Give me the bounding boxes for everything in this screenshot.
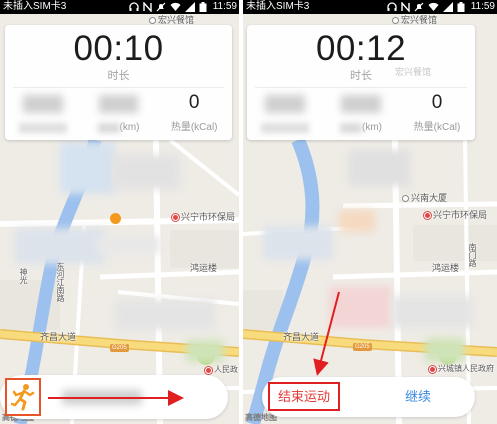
blurred-region <box>98 95 139 113</box>
blurred-region <box>265 95 305 113</box>
elapsed-time-label: 时长 <box>107 70 130 82</box>
blurred-region <box>339 210 375 232</box>
headset-icon <box>387 2 397 12</box>
map-label-hongyun-building: 鸿运楼 <box>190 263 218 273</box>
stat-calories: 0 热量(kCal) <box>399 89 475 140</box>
restaurant-poi-icon <box>149 17 156 24</box>
left-screenshot: 宏兴餐馆 兴宁市环保局 鸿运楼 齐昌大道 东河江南路 神光 人民政 G205 高… <box>0 0 239 424</box>
blurred-region <box>263 226 333 260</box>
status-bar: 未插入SIM卡3 11:59 <box>243 0 497 14</box>
government-poi-icon <box>429 366 436 373</box>
blurred-region <box>348 150 410 186</box>
distance-label: (km) <box>81 121 157 135</box>
calories-label: 热量(kCal) <box>170 122 218 133</box>
blurred-region <box>23 95 63 113</box>
distance-unit: (km) <box>119 122 140 133</box>
blurred-region <box>62 390 142 405</box>
clock-text: 11:59 <box>212 1 237 12</box>
calories-label: 热量(kCal) <box>413 122 461 133</box>
map-label-xingnan-building: 兴南大厦 <box>411 193 448 203</box>
blurred-region <box>329 286 391 328</box>
runner-icon <box>11 384 35 411</box>
continue-workout-button[interactable]: 继续 <box>383 382 453 411</box>
stats-row: (km) 0 热量(kCal) <box>247 89 475 140</box>
carrier-text: 未插入SIM卡3 <box>246 1 310 12</box>
map-label-restaurant-faint: 宏兴餐馆 <box>395 67 432 77</box>
map-label-qichang-avenue: 齐昌大道 <box>283 332 320 342</box>
blurred-region <box>115 300 215 330</box>
clock-text: 11:59 <box>470 1 495 12</box>
stat-distance: (km) <box>81 89 157 140</box>
mute-icon <box>156 2 166 12</box>
carrier-text: 未插入SIM卡3 <box>3 1 67 12</box>
card-divider <box>13 87 224 88</box>
card-divider <box>255 87 467 88</box>
map-label-environment-bureau: 兴宁市环保局 <box>433 210 488 220</box>
calories-value: 0 <box>188 92 200 113</box>
signal-icon <box>443 2 453 12</box>
blurred-region <box>15 228 105 264</box>
blurred-region <box>261 123 309 133</box>
map-label-nanmen-road: 南门路 <box>468 243 477 267</box>
wifi-icon <box>428 2 439 12</box>
stats-row: (km) 0 热量(kCal) <box>5 89 232 140</box>
road-badge: G205 <box>353 343 372 351</box>
distance-unit: (km) <box>362 122 382 133</box>
restaurant-poi-icon <box>392 17 399 24</box>
status-icons <box>129 2 207 12</box>
blurred-region <box>96 236 160 254</box>
battery-icon <box>457 2 465 12</box>
elapsed-time: 00:10 <box>73 29 164 68</box>
right-screenshot: 宏兴餐馆 兴南大厦 兴宁市环保局 南门路 鸿运楼 齐昌大道 兴城镇人民政府 G2… <box>243 0 497 424</box>
wifi-icon <box>170 2 181 12</box>
road-badge: G205 <box>110 344 129 352</box>
map-label-shenguang: 神光 <box>19 268 28 284</box>
stat-calories: 0 热量(kCal) <box>156 89 232 140</box>
blurred-region <box>97 123 120 133</box>
stat-distance: (km) <box>323 89 399 140</box>
blurred-region <box>393 296 473 328</box>
stat-pace <box>247 89 323 140</box>
map-label-environment-bureau: 兴宁市环保局 <box>181 212 236 222</box>
map-label-town-government: 人民政 <box>214 365 238 374</box>
map-label-qichang-avenue: 齐昌大道 <box>40 332 77 342</box>
blurred-region <box>60 142 115 194</box>
blurred-region <box>425 338 465 362</box>
calories-value: 0 <box>431 92 443 113</box>
blurred-region <box>341 95 381 113</box>
workout-stats-card: 00:12 时长 (km) 0 热量(kCal) <box>247 25 475 140</box>
government-poi-icon <box>424 212 431 219</box>
end-workout-button[interactable]: 结束运动 <box>268 382 340 411</box>
workout-stats-card: 00:10 时长 (km) 0 热量(kCal) <box>5 25 232 140</box>
headset-icon <box>129 2 139 12</box>
stat-pace <box>5 89 81 140</box>
signal-icon <box>185 2 195 12</box>
current-location-dot <box>110 213 121 224</box>
battery-icon <box>199 2 207 12</box>
distance-label: (km) <box>323 121 399 135</box>
blurred-region <box>186 340 224 362</box>
map-label-town-government: 兴城镇人民政府 <box>438 364 494 373</box>
status-icons <box>387 2 465 12</box>
nfc-icon <box>143 2 152 12</box>
status-bar: 未插入SIM卡3 11:59 <box>0 0 239 14</box>
government-poi-icon <box>172 214 179 221</box>
elapsed-time-label: 时长 <box>350 70 372 82</box>
map-label-hongyun-building: 鸿运楼 <box>432 263 460 273</box>
elapsed-time: 00:12 <box>315 29 407 68</box>
government-poi-icon <box>205 367 212 374</box>
map-label-river-road: 东河江南路 <box>56 262 65 302</box>
mute-icon <box>414 2 424 12</box>
blurred-region <box>112 155 180 189</box>
building-poi-icon <box>402 195 409 202</box>
nfc-icon <box>401 2 410 12</box>
slide-handle[interactable] <box>5 378 41 416</box>
blurred-region <box>340 123 362 133</box>
blurred-region <box>19 123 67 133</box>
